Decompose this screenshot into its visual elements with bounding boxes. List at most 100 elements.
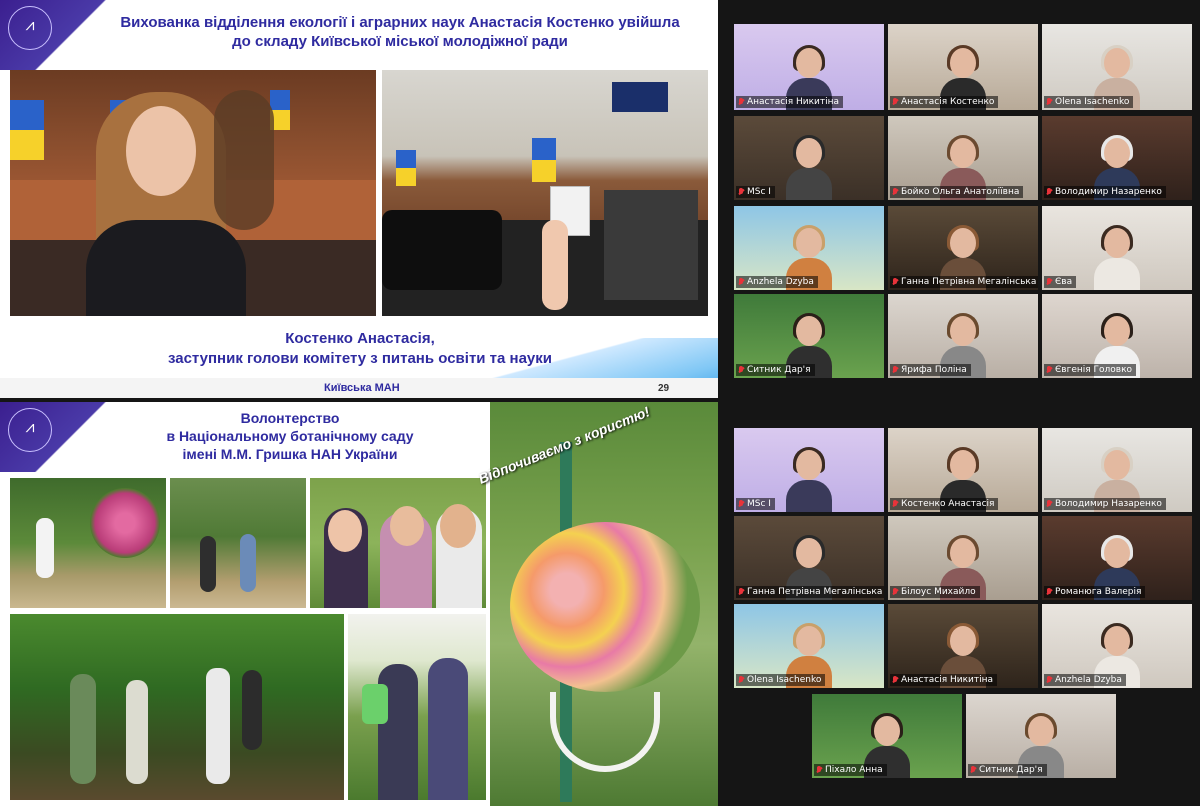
muted-mic-icon xyxy=(816,766,822,774)
muted-mic-icon xyxy=(1046,366,1052,374)
muted-mic-icon xyxy=(1046,500,1052,508)
slide2-title-line2: в Національному ботанічному саду xyxy=(166,428,414,444)
photo-garden-path xyxy=(170,478,306,608)
participant-name-tag: Євгенія Головко xyxy=(1044,364,1137,376)
participant-name: Анастасія Костенко xyxy=(901,97,995,107)
participant-name: Євгенія Головко xyxy=(1055,365,1133,375)
participant-name-tag: Володимир Назаренко xyxy=(1044,498,1166,510)
participant-tile[interactable]: Ганна Петрівна Мегалінська xyxy=(734,516,884,600)
slide2-title-line1: Волонтерство xyxy=(240,410,340,426)
participant-tile[interactable]: Піхало Анна xyxy=(812,694,962,778)
participant-name: Анастасія Никитіна xyxy=(747,97,840,107)
muted-mic-icon xyxy=(892,278,898,286)
participant-tile[interactable]: Анастасія Никитіна xyxy=(734,24,884,110)
participant-avatar xyxy=(786,447,832,512)
participant-name-tag: Бойко Ольга Анатоліївна xyxy=(890,186,1024,198)
participant-name: Анастасія Никитіна xyxy=(901,675,994,685)
participant-tile[interactable]: Ситник Дар'я xyxy=(966,694,1116,778)
participant-name-tag: MSc I xyxy=(736,498,775,510)
participant-name: MSc I xyxy=(747,187,771,197)
participant-tile[interactable]: Білоус Михайло xyxy=(888,516,1038,600)
participant-tile[interactable]: Anzhela Dzyba xyxy=(1042,604,1192,688)
participant-tile[interactable]: MSc I xyxy=(734,428,884,512)
participant-tile[interactable]: Анастасія Костенко xyxy=(888,24,1038,110)
participant-name-tag: Ганна Петрівна Мегалінська xyxy=(736,586,884,598)
participant-name-tag: Olena Isachenko xyxy=(1044,96,1134,108)
muted-mic-icon xyxy=(738,366,744,374)
muted-mic-icon xyxy=(1046,676,1052,684)
muted-mic-icon xyxy=(970,766,976,774)
participant-tile[interactable]: Єва xyxy=(1042,206,1192,290)
participant-name: Бойко Ольга Анатоліївна xyxy=(901,187,1020,197)
muted-mic-icon xyxy=(738,188,744,196)
participant-name-tag: Анастасія Никитіна xyxy=(890,674,998,686)
flag-icon xyxy=(532,138,556,182)
muted-mic-icon xyxy=(1046,278,1052,286)
participant-tile[interactable]: Євгенія Головко xyxy=(1042,294,1192,378)
man-logo-icon: ⩘ xyxy=(25,15,35,34)
muted-mic-icon xyxy=(892,676,898,684)
participant-name: Ситник Дар'я xyxy=(979,765,1043,775)
participant-name-tag: Анастасія Костенко xyxy=(890,96,999,108)
participant-name-tag: Ситник Дар'я xyxy=(736,364,815,376)
participant-avatar xyxy=(1094,225,1140,290)
participant-name-tag: Піхало Анна xyxy=(814,764,887,776)
participant-name: Піхало Анна xyxy=(825,765,883,775)
slide-kostenko: ⩘ Вихованка відділення екології і аграрн… xyxy=(0,0,718,398)
participant-tile[interactable]: Володимир Назаренко xyxy=(1042,116,1192,200)
participant-name-tag: Володимир Назаренко xyxy=(1044,186,1166,198)
participant-tile[interactable]: MSc I xyxy=(734,116,884,200)
participant-name-tag: Ганна Петрівна Мегалінська xyxy=(890,276,1038,288)
participant-tile[interactable]: Костенко Анастасія xyxy=(888,428,1038,512)
flag-icon xyxy=(10,100,44,160)
flag-icon xyxy=(396,150,416,186)
participant-name-tag: MSc I xyxy=(736,186,775,198)
slide-footer: Київська МАН xyxy=(324,382,400,394)
photo-three-volunteers xyxy=(310,478,486,608)
muted-mic-icon xyxy=(892,588,898,596)
participant-name-tag: Єва xyxy=(1044,276,1077,288)
participant-tile[interactable]: Володимир Назаренко xyxy=(1042,428,1192,512)
muted-mic-icon xyxy=(738,278,744,286)
participant-name-tag: Olena Isachenko xyxy=(736,674,826,686)
participant-name-tag: Anzhela Dzyba xyxy=(1044,674,1126,686)
participant-tile[interactable]: Ганна Петрівна Мегалінська xyxy=(888,206,1038,290)
participant-tile[interactable]: Olena Isachenko xyxy=(1042,24,1192,110)
participant-name-tag: Анастасія Никитіна xyxy=(736,96,844,108)
participant-tile[interactable]: Olena Isachenko xyxy=(734,604,884,688)
muted-mic-icon xyxy=(892,500,898,508)
participant-tile[interactable]: Бойко Ольга Анатоліївна xyxy=(888,116,1038,200)
participant-name: Володимир Назаренко xyxy=(1055,499,1162,509)
photo-garden-raking xyxy=(10,478,166,608)
participant-name-tag: Білоус Михайло xyxy=(890,586,980,598)
participant-name: Єва xyxy=(1055,277,1073,287)
slide1-title: Вихованка відділення екології і аграрних… xyxy=(120,14,680,50)
participant-name: Anzhela Dzyba xyxy=(747,277,814,287)
participant-name: Olena Isachenko xyxy=(747,675,822,685)
participant-tile[interactable]: Анастасія Никитіна xyxy=(888,604,1038,688)
photo-brooms xyxy=(348,614,486,800)
slide1-caption-name: Костенко Анастасія, xyxy=(285,330,435,347)
participant-name-tag: Anzhela Dzyba xyxy=(736,276,818,288)
participant-name: Ситник Дар'я xyxy=(747,365,811,375)
participant-tile[interactable]: Романюга Валерія xyxy=(1042,516,1192,600)
participant-tile[interactable]: Ситник Дар'я xyxy=(734,294,884,378)
participant-name: Володимир Назаренко xyxy=(1055,187,1162,197)
man-logo: ⩘ xyxy=(8,408,52,452)
participant-name: Olena Isachenko xyxy=(1055,97,1130,107)
participant-avatar xyxy=(786,135,832,200)
photo-council-hall xyxy=(382,70,708,316)
participant-name: Ганна Петрівна Мегалінська xyxy=(747,587,883,597)
muted-mic-icon xyxy=(892,366,898,374)
participant-name: Костенко Анастасія xyxy=(901,499,995,509)
muted-mic-icon xyxy=(1046,98,1052,106)
man-logo-icon: ⩘ xyxy=(25,417,35,436)
slide-number: 29 xyxy=(658,383,670,394)
screen: ⩘ Вихованка відділення екології і аграрн… xyxy=(0,0,1200,806)
photo-forest-work xyxy=(10,614,344,800)
participant-tile[interactable]: Ярифа Поліна xyxy=(888,294,1038,378)
participant-name-tag: Костенко Анастасія xyxy=(890,498,999,510)
participant-tile[interactable]: Anzhela Dzyba xyxy=(734,206,884,290)
participant-name-tag: Ситник Дар'я xyxy=(968,764,1047,776)
muted-mic-icon xyxy=(738,98,744,106)
